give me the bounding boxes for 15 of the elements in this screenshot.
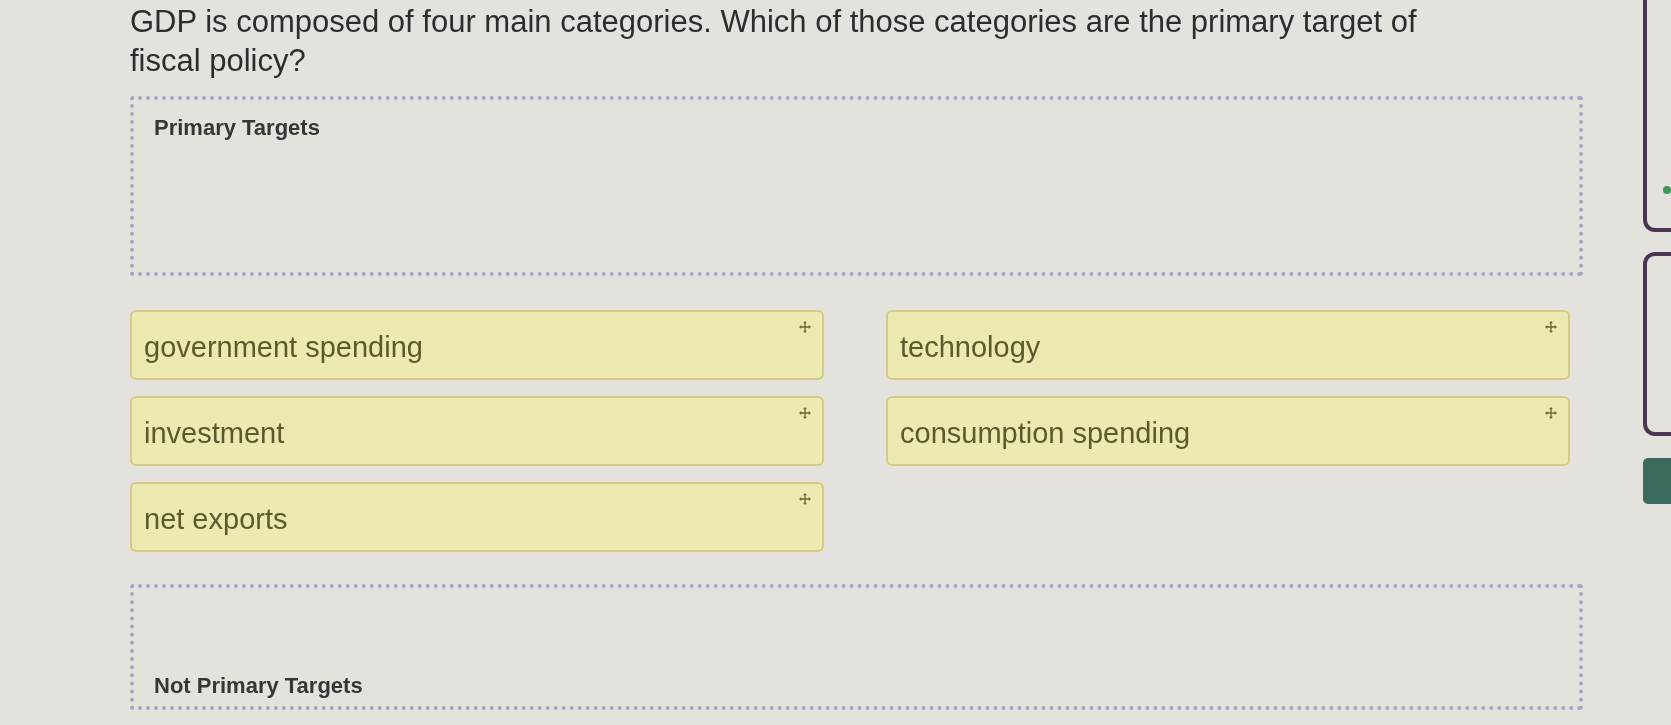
answer-card[interactable]: consumption spending bbox=[886, 396, 1570, 466]
answer-card[interactable]: technology bbox=[886, 310, 1570, 380]
question-text: GDP is composed of four main categories. Which of those categories are the primary target of fiscal policy? bbox=[130, 3, 1418, 80]
zone-label: Primary Targets bbox=[154, 114, 320, 142]
move-icon bbox=[1545, 321, 1557, 333]
move-icon bbox=[1545, 407, 1557, 419]
answer-card[interactable]: net exports bbox=[130, 482, 824, 552]
answer-card[interactable]: investment bbox=[130, 396, 824, 466]
side-button[interactable] bbox=[1643, 458, 1671, 504]
status-dot-icon bbox=[1663, 186, 1671, 194]
zone-label: Not Primary Targets bbox=[154, 672, 363, 700]
move-icon bbox=[799, 407, 811, 419]
move-icon bbox=[799, 493, 811, 505]
move-icon bbox=[799, 321, 811, 333]
answer-card[interactable]: government spending bbox=[130, 310, 824, 380]
